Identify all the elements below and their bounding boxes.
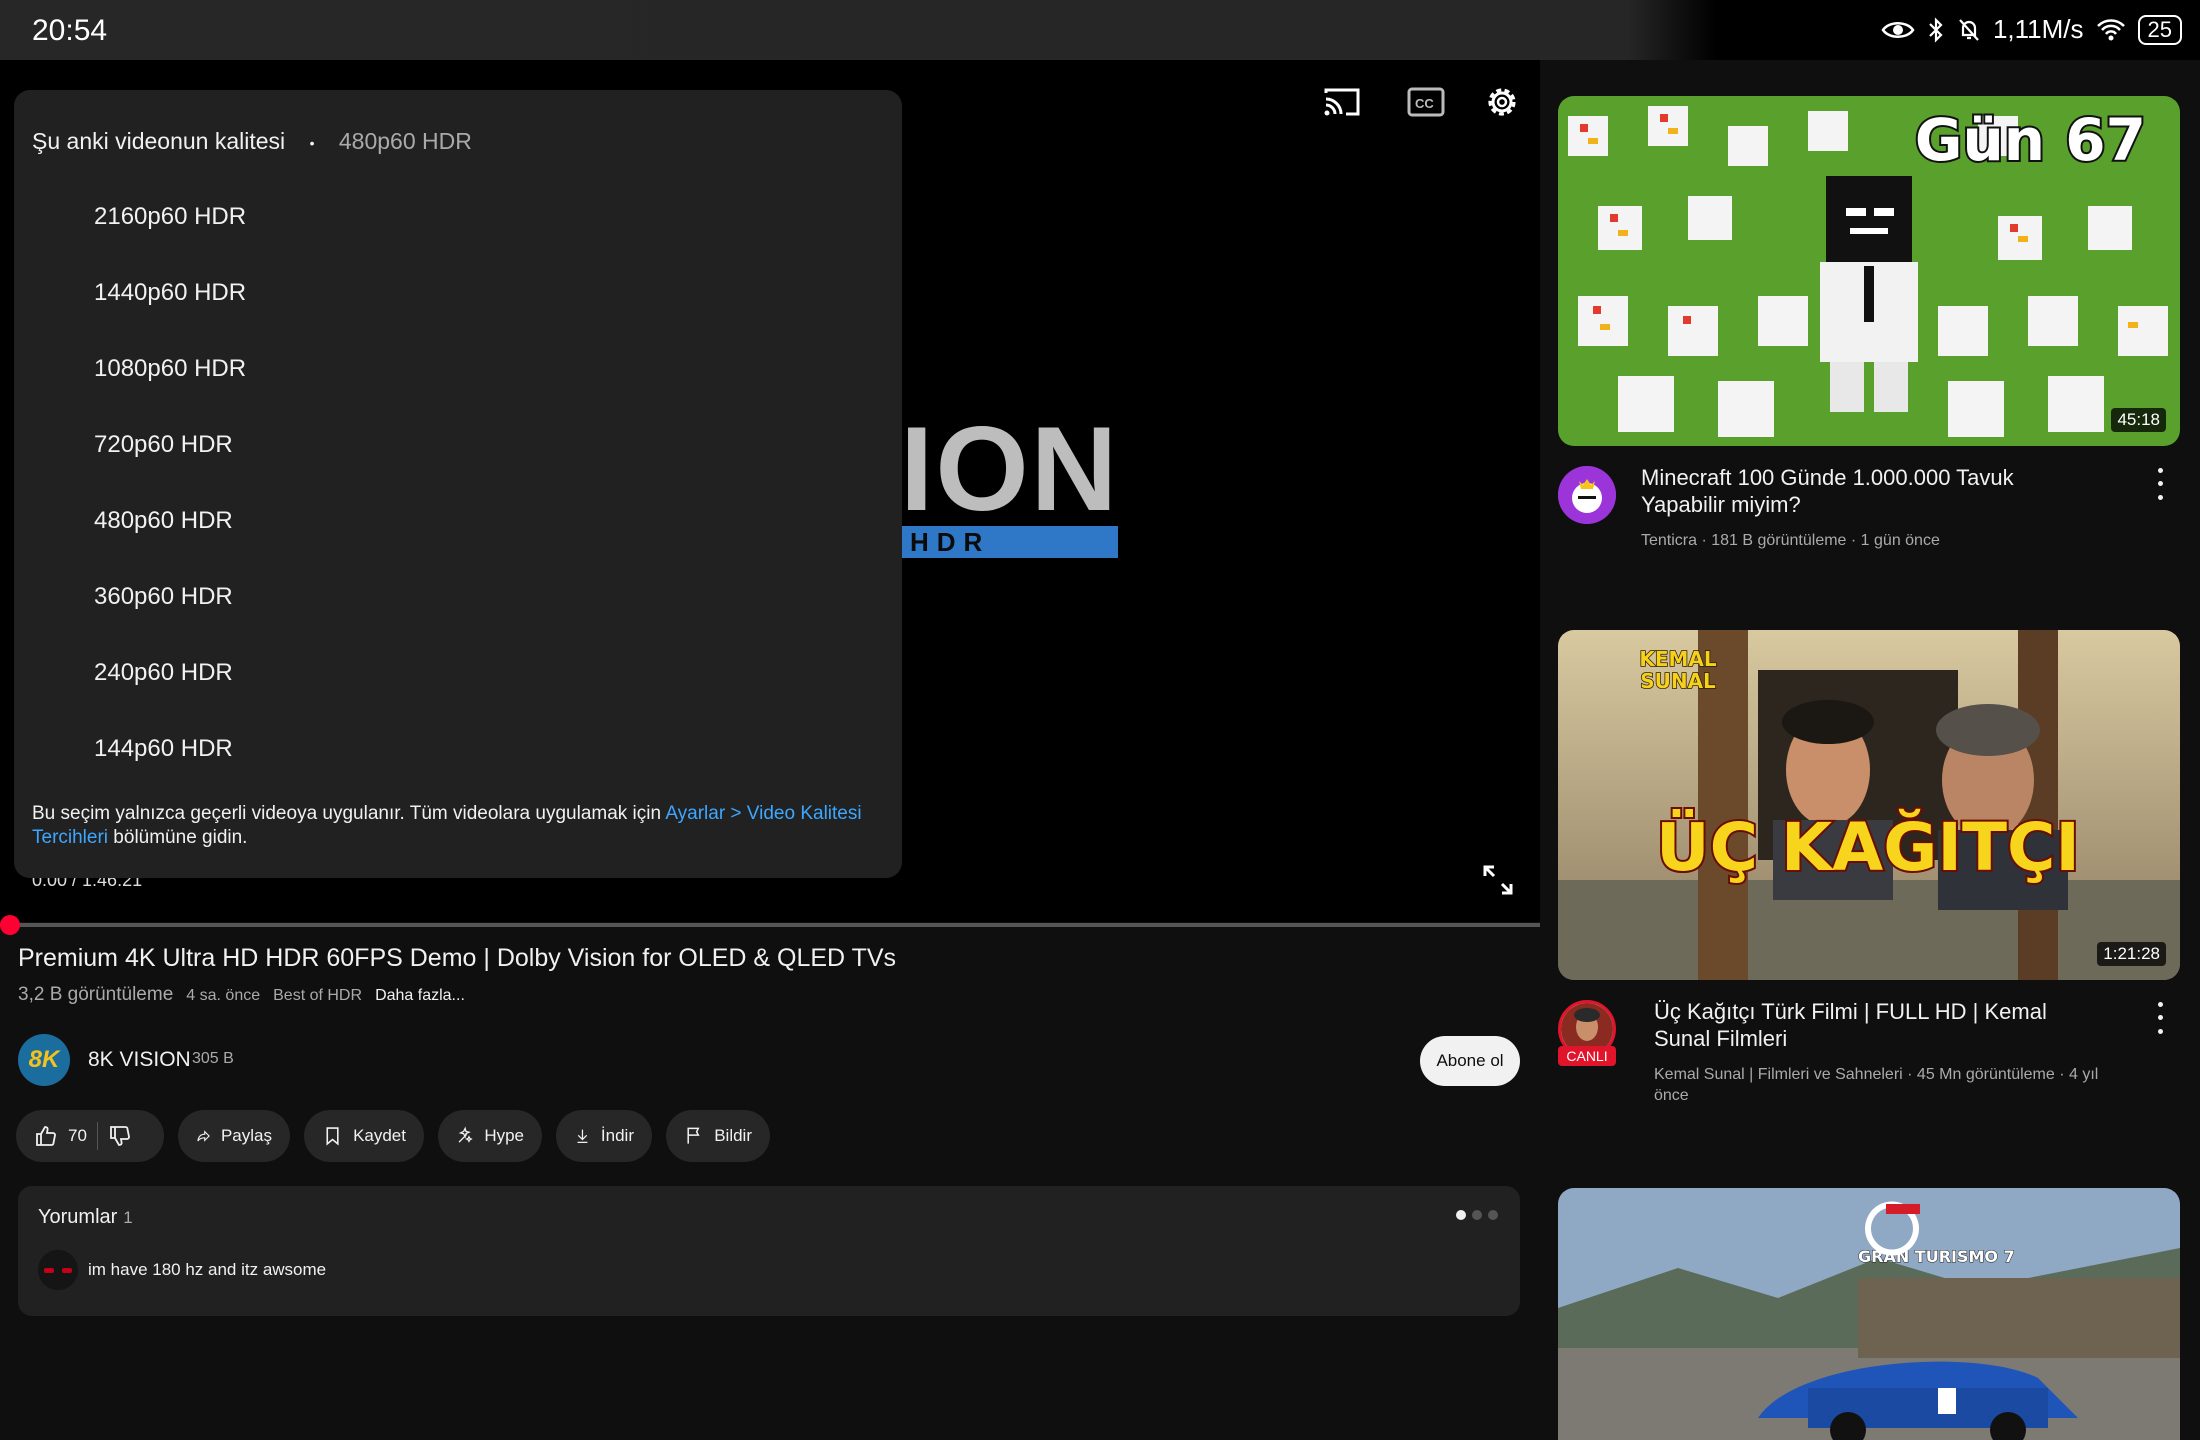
quality-menu: Şu anki videonun kalitesi • 480p60 HDR 2…	[14, 90, 902, 878]
download-button[interactable]: İndir	[556, 1110, 652, 1162]
rec-meta-2: Kemal Sunal | Filmleri ve Sahneleri · 45…	[1654, 1066, 2099, 1104]
quality-option-240[interactable]: 240p60 HDR	[94, 659, 233, 687]
report-label: Bildir	[714, 1126, 752, 1145]
rec-channel-avatar-1[interactable]	[1558, 466, 1616, 524]
quality-header-separator: •	[309, 134, 315, 151]
upload-age: 4 sa. önce	[186, 987, 261, 1004]
captions-icon[interactable]: CC	[1404, 80, 1448, 124]
battery-indicator: 25	[2137, 14, 2182, 45]
rec-meta-1: Tenticra · 181 B görüntüleme · 1 gün önc…	[1641, 532, 1940, 549]
quality-option-2160[interactable]: 2160p60 HDR	[94, 203, 246, 231]
fullscreen-icon[interactable]	[1476, 858, 1520, 902]
quality-option-720[interactable]: 720p60 HDR	[94, 431, 233, 459]
quality-header: Şu anki videonun kalitesi • 480p60 HDR	[32, 128, 472, 155]
cast-icon[interactable]	[1320, 80, 1364, 124]
quality-option-144[interactable]: 144p60 HDR	[94, 735, 233, 763]
rec-title-2[interactable]: Üç Kağıtçı Türk Filmi | FULL HD | Kemal …	[1654, 998, 2094, 1052]
channel-avatar[interactable]: 8K	[18, 1034, 70, 1086]
recommendations-panel: Gün 67 45:18 Minecraft 100 Günde 1.000.0…	[1540, 60, 2200, 1440]
comments-count: 1	[123, 1208, 133, 1227]
eye-icon	[1881, 21, 1915, 38]
quality-note-suffix: bölümüne gidin.	[108, 827, 248, 848]
rec-duration-2: 1:21:28	[2097, 942, 2166, 966]
carousel-dot-active	[1456, 1210, 1466, 1220]
share-button[interactable]: Paylaş	[178, 1110, 290, 1162]
download-label: İndir	[600, 1126, 634, 1145]
rec-duration-1: 45:18	[2111, 408, 2166, 432]
hype-icon	[458, 1126, 473, 1143]
quality-option-480[interactable]: 480p60 HDR	[94, 507, 233, 535]
like-divider	[96, 1122, 98, 1150]
status-bar: 20:54 1,11M/s 25	[0, 0, 2200, 60]
mute-bell-icon	[1959, 18, 1979, 41]
view-count: 3,2 B görüntüleme	[18, 984, 174, 1005]
comment-text: im have 180 hz and itz awsome	[88, 1260, 327, 1279]
subscribe-button[interactable]: Abone ol	[1420, 1036, 1520, 1086]
video-title[interactable]: Premium 4K Ultra HD HDR 60FPS Demo | Dol…	[18, 944, 896, 973]
quality-current-value: 480p60 HDR	[338, 128, 472, 154]
svg-text:KEMAL: KEMAL	[1639, 647, 1717, 671]
wifi-icon	[2096, 18, 2125, 40]
thumb-up-icon[interactable]	[34, 1124, 58, 1148]
like-dislike-group: 70	[16, 1110, 164, 1162]
rec-views-2: 45 Mn görüntüleme	[1916, 1066, 2055, 1083]
video-frame-logo-sub: HDR	[900, 526, 1118, 558]
network-speed: 1,11M/s	[1992, 14, 2084, 44]
video-tag[interactable]: Best of HDR	[273, 987, 362, 1004]
report-button[interactable]: Bildir	[666, 1110, 770, 1162]
rec-thumbnail-2[interactable]: KEMAL SUNAL ÜÇ KAĞITÇI 1:21:28	[1558, 630, 2180, 980]
video-meta[interactable]: 3,2 B görüntüleme 4 sa. önce Best of HDR…	[18, 984, 465, 1006]
hype-button[interactable]: Hype	[438, 1110, 542, 1162]
share-label: Paylaş	[220, 1126, 272, 1145]
commenter-avatar	[38, 1250, 78, 1290]
save-label: Kaydet	[353, 1126, 406, 1145]
live-badge: CANLI	[1558, 1046, 1616, 1066]
carousel-dot	[1472, 1210, 1482, 1220]
svg-text:SUNAL: SUNAL	[1640, 669, 1716, 693]
status-time: 20:54	[32, 14, 108, 47]
racing-thumbnail-art: GRAN TURISMO 7	[1558, 1188, 2180, 1440]
more-link[interactable]: Daha fazla...	[375, 987, 465, 1004]
thumb-overlay-text-2: ÜÇ KAĞITÇI	[1656, 809, 2080, 886]
quality-note-prefix: Bu seçim yalnızca geçerli videoya uygula…	[32, 803, 666, 824]
carousel-dot	[1488, 1210, 1498, 1220]
hype-label: Hype	[484, 1126, 524, 1145]
video-frame-logo: ION	[900, 402, 1120, 536]
rec-age-1: 1 gün önce	[1860, 532, 1940, 549]
download-icon	[577, 1129, 588, 1143]
subscriber-count: 305 B	[192, 1050, 234, 1067]
quality-option-1080[interactable]: 1080p60 HDR	[94, 355, 246, 383]
rec-thumbnail-1[interactable]: Gün 67 45:18	[1558, 96, 2180, 446]
status-icons: 1,11M/s 25	[1881, 14, 2182, 45]
movie-poster-thumbnail-art: KEMAL SUNAL ÜÇ KAĞITÇI	[1558, 630, 2180, 980]
progress-bar[interactable]	[0, 923, 1540, 927]
share-icon	[197, 1130, 210, 1142]
more-options-icon-2[interactable]	[2148, 998, 2172, 1038]
comments-title: Yorumlar	[38, 1206, 118, 1228]
comments-heading: Yorumlar 1	[38, 1206, 133, 1229]
svg-text:CC: CC	[1415, 96, 1434, 111]
flag-icon	[687, 1127, 700, 1144]
more-options-icon-1[interactable]	[2148, 464, 2172, 504]
rec-channel-1[interactable]: Tenticra	[1641, 532, 1697, 549]
progress-scrubber[interactable]	[0, 915, 20, 935]
bookmark-icon	[326, 1127, 339, 1146]
quality-option-1440[interactable]: 1440p60 HDR	[94, 279, 246, 307]
quality-note: Bu seçim yalnızca geçerli videoya uygula…	[32, 802, 872, 850]
thumb-down-icon[interactable]	[108, 1124, 132, 1148]
rec-channel-2[interactable]: Kemal Sunal | Filmleri ve Sahneleri	[1654, 1066, 1903, 1083]
comments-teaser[interactable]: Yorumlar 1 im have 180 hz and itz awsome	[18, 1186, 1520, 1316]
channel-name[interactable]: 8K VISION	[88, 1048, 191, 1072]
bluetooth-icon	[1929, 16, 1943, 43]
quality-option-360[interactable]: 360p60 HDR	[94, 583, 233, 611]
rec-title-1[interactable]: Minecraft 100 Günde 1.000.000 Tavuk Yapa…	[1641, 464, 2081, 518]
quality-header-label: Şu anki videonun kalitesi	[32, 128, 286, 154]
minecraft-thumbnail-art: Gün 67	[1558, 96, 2180, 446]
like-count[interactable]: 70	[68, 1126, 87, 1146]
thumb-overlay-text-1: Gün 67	[1915, 106, 2146, 174]
save-button[interactable]: Kaydet	[304, 1110, 424, 1162]
rec-thumbnail-3[interactable]: GRAN TURISMO 7	[1558, 1188, 2180, 1440]
settings-gear-icon[interactable]	[1480, 80, 1524, 124]
rec-views-1: 181 B görüntüleme	[1711, 532, 1847, 549]
